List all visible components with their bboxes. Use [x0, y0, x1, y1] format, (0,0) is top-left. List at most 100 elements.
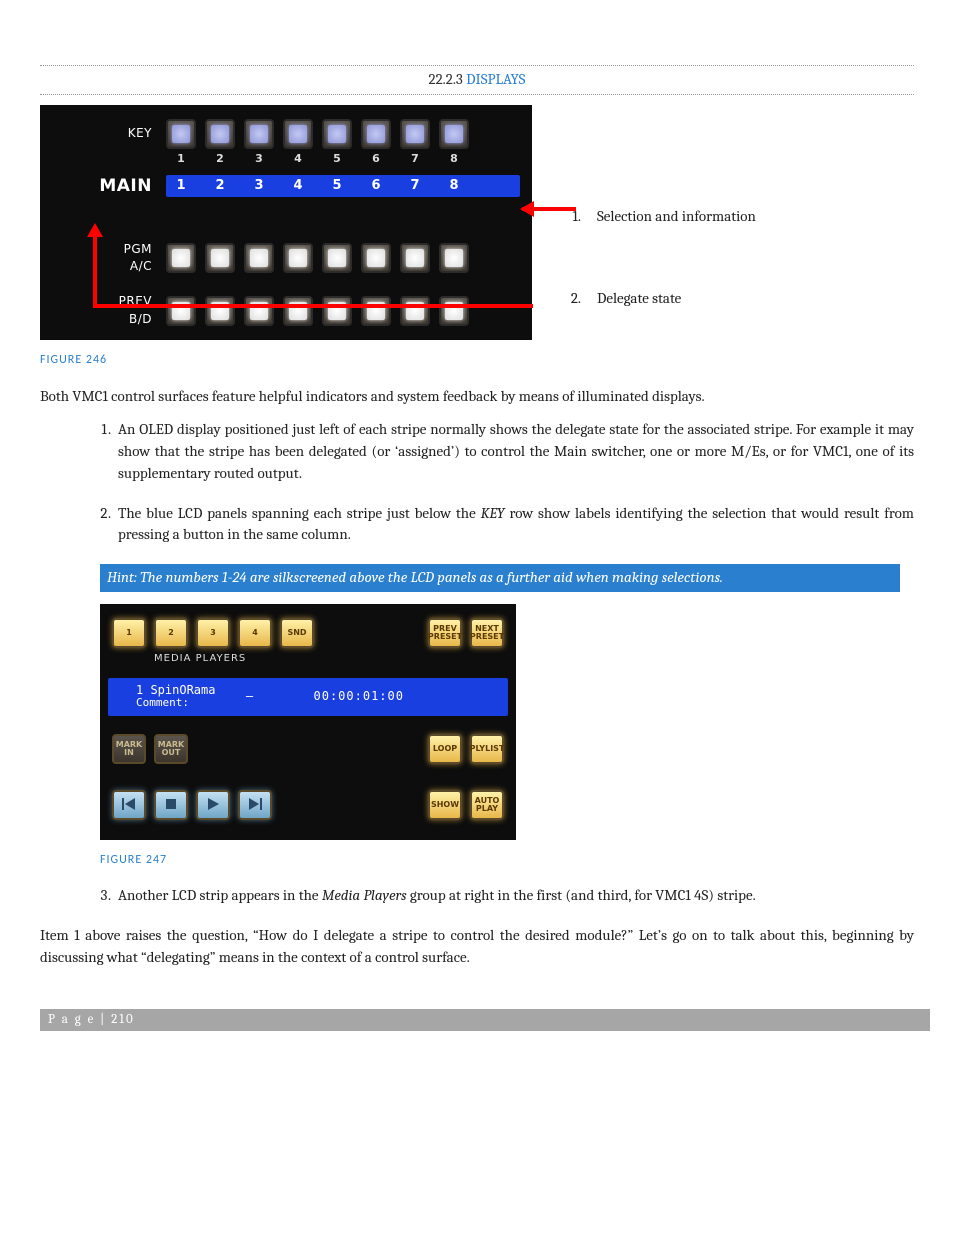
main-lcd-row: MAIN 12345678	[52, 167, 520, 205]
lcd-cell: 4	[283, 175, 313, 197]
media-players-label: MEDIA PLAYERS	[154, 652, 246, 667]
skip-back-button[interactable]	[112, 790, 146, 820]
section-title: DISPLAYS	[466, 70, 525, 88]
key-button[interactable]	[166, 119, 196, 149]
mp-lcd-dash: –	[246, 688, 253, 705]
key-button[interactable]	[322, 119, 352, 149]
silkscreen-number: 1	[166, 151, 196, 167]
panel-figure-247: 1234 SND MEDIA PLAYERS PREVPRESET NEXTPRES…	[100, 604, 516, 840]
play-button[interactable]	[196, 790, 230, 820]
prev-label: PREV B/D	[52, 293, 166, 328]
mp-lcd-tc: 00:00:01:00	[314, 688, 404, 705]
arrow-delegate-vertical	[93, 236, 97, 306]
pgm-label: PGM A/C	[52, 241, 166, 276]
figure-247-caption: FIGURE 247	[100, 852, 914, 869]
figure-246-row: KEY 12345678 MAIN 12345678 PGM A/C	[40, 105, 914, 341]
key-button[interactable]	[400, 119, 430, 149]
mark-button[interactable]: MARKIN	[112, 734, 146, 764]
preset-button[interactable]: PREVPRESET	[428, 618, 462, 648]
mp-button[interactable]: 4	[238, 618, 272, 648]
play-icon	[205, 796, 221, 814]
silkscreen-number: 3	[244, 151, 274, 167]
playlist-button[interactable]: LOOP	[428, 734, 462, 764]
list-item-3: Another LCD strip appears in the Media P…	[114, 885, 914, 907]
stop-button[interactable]	[154, 790, 188, 820]
silkscreen-number: 6	[361, 151, 391, 167]
mark-button[interactable]: MARKOUT	[154, 734, 188, 764]
playmode-button[interactable]: AUTOPLAY	[470, 790, 504, 820]
pgm-button-strip	[166, 243, 469, 273]
figure-246-callouts: 1. Selection and information 2. Delegate…	[557, 136, 914, 310]
prev-button-strip	[166, 296, 469, 326]
pgm-button[interactable]	[166, 243, 196, 273]
key-button[interactable]	[439, 119, 469, 149]
pgm-button[interactable]	[439, 243, 469, 273]
arrow-delegate-horizontal	[93, 304, 533, 308]
callout-1: 1. Selection and information	[557, 206, 914, 228]
lcd-cell: 5	[322, 175, 352, 197]
hint-box: Hint: The numbers 1-24 are silkscreened …	[100, 564, 900, 592]
playlist-button[interactable]: PLYLIST	[470, 734, 504, 764]
prev-button[interactable]	[205, 296, 235, 326]
silkscreen-numbers: 12345678	[166, 151, 469, 167]
silkscreen-number: 4	[283, 151, 313, 167]
intro-paragraph: Both VMC1 control surfaces feature helpf…	[40, 386, 914, 408]
transport-group	[112, 790, 272, 820]
prev-button[interactable]	[439, 296, 469, 326]
pgm-button[interactable]	[244, 243, 274, 273]
lcd-cell: 8	[439, 175, 469, 197]
prev-button[interactable]	[361, 296, 391, 326]
figure-246-caption: FIGURE 246	[40, 352, 914, 369]
key-button-strip	[166, 119, 469, 149]
lcd-strip: 12345678	[166, 175, 520, 197]
silkscreen-number: 5	[322, 151, 352, 167]
prev-button[interactable]	[322, 296, 352, 326]
prev-button[interactable]	[283, 296, 313, 326]
mp-row1-left-group: 1234 SND	[112, 618, 314, 648]
key-button[interactable]	[283, 119, 313, 149]
skip-fwd-button[interactable]	[238, 790, 272, 820]
panel-figure-246: KEY 12345678 MAIN 12345678 PGM A/C	[40, 105, 532, 341]
prev-button[interactable]	[400, 296, 430, 326]
lcd-cell: 6	[361, 175, 391, 197]
mp-button[interactable]: SND	[280, 618, 314, 648]
list-item-2: The blue LCD panels spanning each stripe…	[114, 503, 914, 547]
lcd-cell: 1	[166, 175, 196, 197]
playmode-button[interactable]: SHOW	[428, 790, 462, 820]
silkscreen-row: 12345678	[52, 151, 520, 167]
pgm-button[interactable]	[361, 243, 391, 273]
mp-button[interactable]: 2	[154, 618, 188, 648]
lcd-cell: 2	[205, 175, 235, 197]
mp-row1-right-group: PREVPRESET NEXTPRESET	[428, 618, 504, 648]
mp-row3-left-group: MARKIN MARKOUT	[112, 734, 188, 764]
mp-row-4: SHOW AUTOPLAY	[112, 790, 504, 820]
prev-button[interactable]	[166, 296, 196, 326]
lcd-cell: 7	[400, 175, 430, 197]
mp-button[interactable]: 3	[196, 618, 230, 648]
prev-row: PREV B/D	[52, 293, 520, 328]
key-button[interactable]	[205, 119, 235, 149]
key-label: KEY	[52, 125, 166, 142]
ordered-list-2: Another LCD strip appears in the Media P…	[40, 885, 914, 907]
mp-row-1: 1234SND MEDIA PLAYERS PREVPRESETNEXTPRES…	[112, 618, 504, 648]
list-item-1: An OLED display positioned just left of …	[114, 419, 914, 484]
pgm-button[interactable]	[283, 243, 313, 273]
arrow-delegate-up-tip	[87, 223, 103, 237]
section-number: 22.2.3	[429, 70, 463, 88]
pgm-button[interactable]	[205, 243, 235, 273]
silkscreen-number: 8	[439, 151, 469, 167]
arrow-selection-line	[522, 207, 576, 211]
pgm-button[interactable]	[322, 243, 352, 273]
key-button[interactable]	[244, 119, 274, 149]
pgm-button[interactable]	[400, 243, 430, 273]
key-button[interactable]	[361, 119, 391, 149]
mp-row-3: MARKIN MARKOUT LOOP PLYLIST	[112, 734, 504, 764]
mp-lcd-left: 1 SpinORama Comment:	[136, 684, 215, 709]
closing-paragraph: Item 1 above raises the question, “How d…	[40, 925, 914, 969]
prev-button[interactable]	[244, 296, 274, 326]
preset-button[interactable]: NEXTPRESET	[470, 618, 504, 648]
skip-back-icon	[121, 796, 137, 814]
mp-button[interactable]: 1	[112, 618, 146, 648]
stop-icon	[163, 796, 179, 814]
mp-row4-right-group: SHOW AUTOPLAY	[428, 790, 504, 820]
